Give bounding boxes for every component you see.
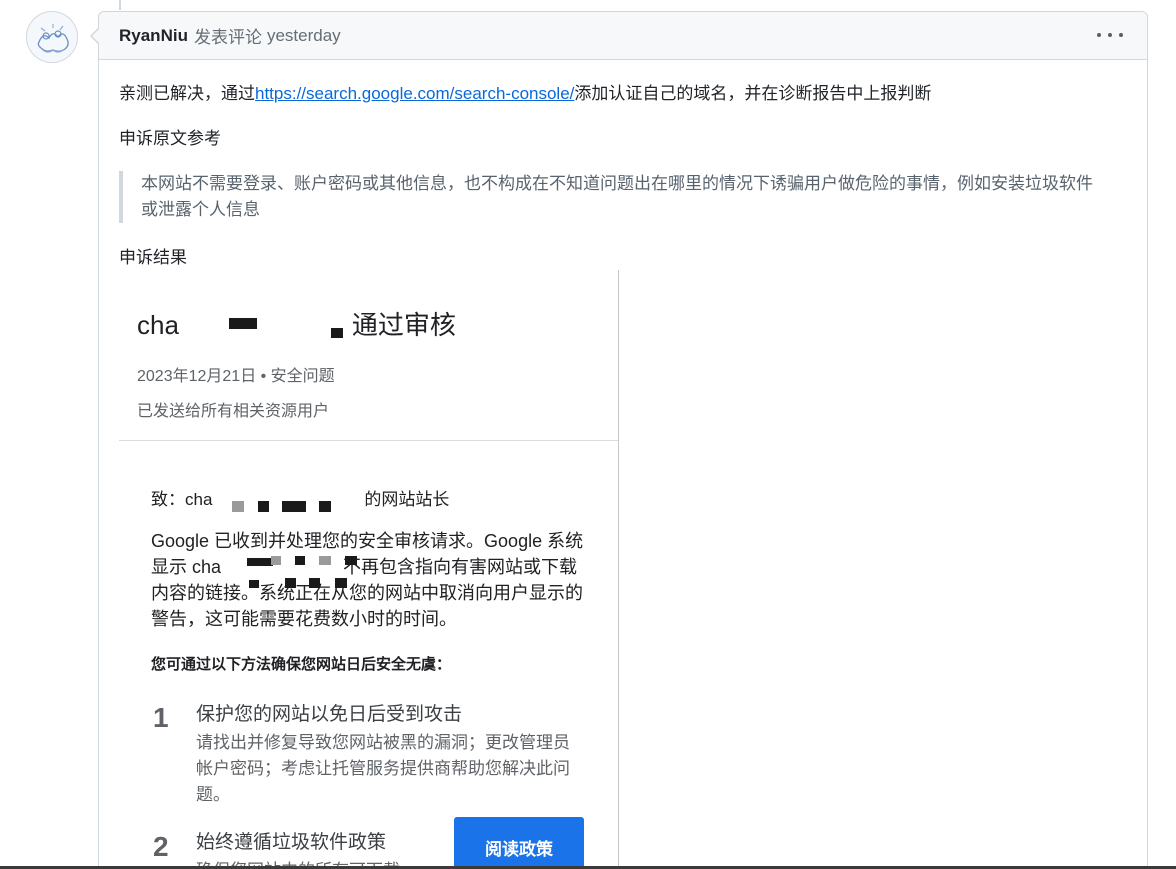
comment-header: RyanNiu 发表评论 yesterday	[90, 12, 1147, 60]
avatar-illustration-icon	[28, 13, 77, 62]
comment-author[interactable]: RyanNiu	[119, 26, 188, 46]
comment-timestamp[interactable]: yesterday	[267, 26, 341, 46]
email-date: 2023年12月21日 • 安全问题	[137, 368, 335, 385]
step-title: 始终遵循垃圾软件政策	[196, 832, 387, 853]
redaction-block	[232, 501, 244, 512]
redaction-block	[335, 578, 347, 588]
email-divider	[119, 440, 618, 441]
redaction-block	[247, 558, 273, 566]
step-number: 1	[153, 702, 169, 733]
comment-paragraph-1: 亲测已解决，通过https://search.google.com/search…	[119, 82, 931, 106]
appeal-quote: 本网站不需要登录、账户密码或其他信息，也不构成在不知道问题出在哪里的情况下诱骗用…	[119, 171, 1109, 223]
email-recipients: 已发送给所有相关资源用户	[137, 403, 330, 420]
title-suffix: 通过审核	[351, 310, 456, 340]
read-policy-button[interactable]: 阅读政策	[454, 817, 584, 869]
step-title: 保护您的网站以免日后受到攻击	[196, 704, 463, 725]
comment-paragraph-2: 申诉原文参考	[119, 129, 221, 148]
comment-box: RyanNiu 发表评论 yesterday 亲测已解决，通过https://s…	[90, 11, 1148, 869]
redaction-block	[295, 556, 305, 565]
timeline-line	[119, 0, 121, 10]
redaction-block	[271, 556, 281, 565]
salutation-prefix: 致：cha	[151, 490, 213, 509]
redaction-block	[345, 556, 357, 565]
email-security-heading: 您可通过以下方法确保您网站日后安全无虞：	[151, 656, 452, 673]
appeal-result-screenshot: cha 通过审核 2023年12月21日 • 安全问题 已发送给所有相关资源用户 …	[99, 270, 619, 869]
redaction-block	[285, 578, 296, 588]
step-description: 请找出并修复导致您网站被黑的漏洞；更改管理员帐户密码；考虑让托管服务提供商帮助您…	[196, 733, 570, 804]
paragraph-text: 添加认证自己的域名，并在诊断报告中上报判断	[574, 84, 932, 103]
email-title: cha 通过审核	[137, 305, 456, 342]
comment-verb: 发表评论	[193, 28, 262, 47]
redaction-block	[258, 501, 269, 512]
step-number: 2	[153, 831, 169, 862]
paragraph-text: 亲测已解决，通过	[119, 84, 255, 103]
avatar[interactable]	[26, 11, 78, 63]
redaction-block	[229, 318, 257, 329]
redaction-block	[319, 501, 331, 512]
redaction-block	[319, 556, 331, 565]
redaction-block	[331, 328, 343, 338]
kebab-dot-icon	[1119, 33, 1123, 37]
comment-paragraph-3: 申诉结果	[119, 248, 187, 267]
email-body-paragraph: Google 已收到并处理您的安全审核请求。Google 系统显示 cha 不再包…	[151, 528, 591, 632]
comment-caret-inner	[92, 28, 100, 44]
redaction-block	[282, 501, 306, 512]
redaction-block	[309, 578, 320, 588]
redaction-block	[249, 580, 259, 588]
title-prefix: cha	[137, 310, 179, 340]
kebab-dot-icon	[1108, 33, 1112, 37]
search-console-link[interactable]: https://search.google.com/search-console…	[255, 84, 574, 103]
kebab-dot-icon	[1097, 33, 1101, 37]
more-options-button[interactable]	[1097, 24, 1123, 46]
salutation-suffix: 的网站站长	[364, 490, 450, 509]
